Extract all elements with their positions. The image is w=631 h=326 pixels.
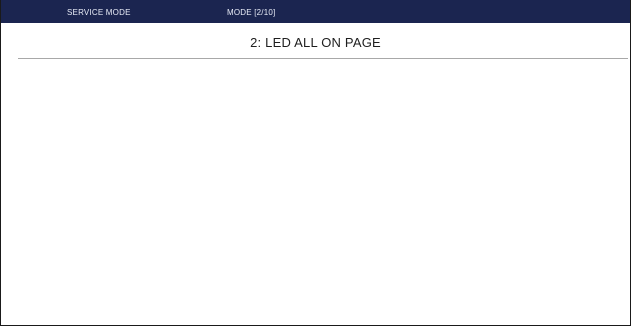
- title-divider: [18, 58, 628, 59]
- page-title: 2: LED ALL ON PAGE: [250, 35, 381, 50]
- top-status-bar: SERVICE MODE MODE [2/10]: [1, 0, 630, 23]
- service-mode-screen: SERVICE MODE MODE [2/10] 2: LED ALL ON P…: [0, 0, 631, 326]
- mode-indicator: MODE [2/10]: [227, 8, 276, 17]
- service-mode-label: SERVICE MODE: [67, 8, 131, 17]
